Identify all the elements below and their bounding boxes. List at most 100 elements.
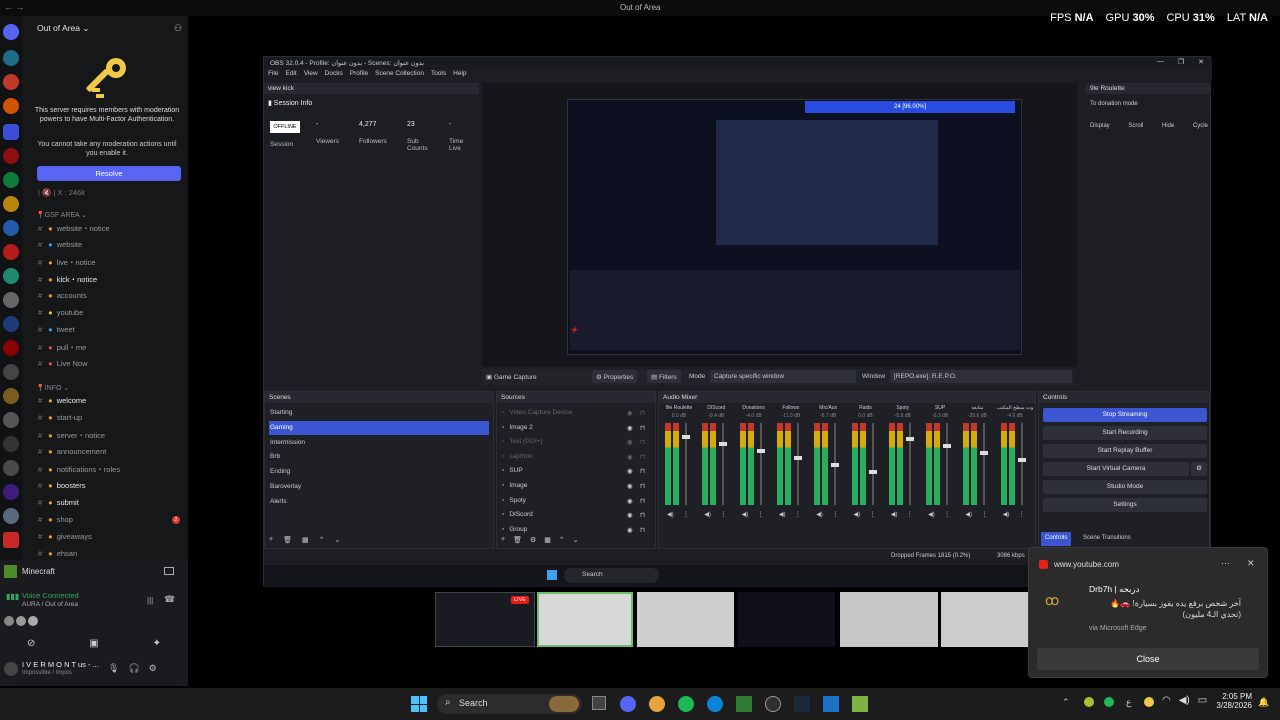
clock[interactable]: 2:05 PM 3/28/2026 — [1212, 692, 1252, 710]
mode-select[interactable]: Capture specific window — [710, 370, 856, 383]
channel-item[interactable]: # ● announcement — [38, 447, 106, 461]
tray-icon[interactable] — [1084, 697, 1094, 707]
server-icon[interactable] — [3, 460, 19, 476]
scene-item[interactable]: Baroverlay — [269, 480, 489, 494]
menu-tools[interactable]: Tools — [431, 70, 446, 81]
channel-item[interactable]: # ● kick・notice — [38, 274, 97, 288]
settings-button[interactable]: Settings — [1043, 498, 1207, 512]
scene-item[interactable]: Starting — [269, 406, 489, 420]
scene-filter-icon[interactable]: ▦ — [302, 536, 309, 544]
menu-view[interactable]: View — [304, 70, 318, 81]
speaker-icon[interactable]: ◀) — [965, 511, 972, 518]
volume-icon[interactable]: ◀) — [1179, 695, 1190, 706]
language-indicator[interactable]: ع — [1126, 697, 1131, 708]
more-icon[interactable]: ⋮ — [758, 511, 764, 518]
fader-handle[interactable] — [831, 463, 840, 467]
fader-handle[interactable] — [980, 451, 989, 455]
volume-fader[interactable] — [759, 423, 762, 505]
server-icon[interactable] — [3, 98, 19, 114]
volume-fader[interactable] — [796, 423, 799, 505]
fader-handle[interactable] — [1017, 458, 1026, 462]
add-scene-icon[interactable]: + — [269, 536, 273, 544]
disconnect-icon[interactable]: ☎ — [164, 594, 175, 605]
scene-item[interactable]: Gaming — [269, 420, 489, 435]
lock-icon[interactable]: ⊓ — [640, 526, 645, 534]
toast-close-button[interactable]: Close — [1037, 648, 1259, 670]
thumbnail-channel[interactable] — [941, 592, 1031, 647]
fader-handle[interactable] — [943, 444, 952, 448]
menu-file[interactable]: File — [268, 70, 278, 81]
start-recording-button[interactable]: Start Recording — [1043, 426, 1207, 440]
roulette-scroll-button[interactable]: Scroll — [1128, 123, 1143, 129]
menu-scene-collection[interactable]: Scene Collection — [375, 70, 424, 81]
filters-button[interactable]: ▤ Filters — [647, 370, 681, 383]
server-icon[interactable] — [3, 412, 19, 428]
menu-help[interactable]: Help — [453, 70, 466, 81]
roulette-cycle-button[interactable]: Cycle — [1193, 123, 1208, 129]
menu-docks[interactable]: Docks — [325, 70, 343, 81]
resolve-button[interactable]: Resolve — [37, 166, 181, 181]
more-icon[interactable]: ⋮ — [795, 511, 801, 518]
channel-item[interactable]: # ● live・notice — [38, 257, 95, 271]
move-up-icon[interactable]: ⌃ — [559, 536, 565, 544]
volume-fader[interactable] — [946, 423, 949, 505]
thumbnail-channel[interactable] — [738, 592, 835, 647]
discord-icon[interactable] — [620, 696, 636, 712]
channel-item[interactable]: # ● youtube — [38, 308, 83, 322]
speaker-icon[interactable]: ◀) — [891, 511, 898, 518]
server-icon[interactable] — [3, 50, 19, 66]
volume-fader[interactable] — [983, 423, 986, 505]
chevron-up-icon[interactable]: ⌃ — [1062, 697, 1070, 708]
channel-item[interactable]: # ● pull・me — [38, 342, 86, 356]
speaker-icon[interactable]: ◀) — [779, 511, 786, 518]
add-member-icon[interactable]: ⚇ — [174, 23, 182, 34]
lock-icon[interactable]: ⊓ — [640, 482, 645, 490]
server-icon[interactable] — [3, 316, 19, 332]
channel-item[interactable]: # ● Live Now — [38, 359, 88, 373]
visibility-icon[interactable]: ◉ — [627, 526, 633, 534]
activities-icon[interactable]: ✦ — [153, 638, 161, 649]
folder-icon[interactable] — [3, 124, 19, 140]
more-icon[interactable]: ⋮ — [907, 511, 913, 518]
studio-mode-button[interactable]: Studio Mode — [1043, 480, 1207, 494]
scene-item[interactable]: Alerts — [269, 495, 489, 509]
speaker-icon[interactable]: ◀) — [704, 511, 711, 518]
server-icon[interactable] — [3, 388, 19, 404]
source-item[interactable]: ▫ Spoty ◉ ⊓ — [501, 494, 651, 508]
source-item[interactable]: ▫ Image 2 ◉ ⊓ — [501, 421, 651, 435]
source-filter-icon[interactable]: ▦ — [544, 536, 551, 544]
category-gsf-area[interactable]: 📍GSF AREA ⌄ — [36, 211, 87, 219]
visibility-icon[interactable]: ◉ — [627, 482, 633, 490]
stop-streaming-button[interactable]: Stop Streaming — [1043, 408, 1207, 422]
app-icon[interactable] — [852, 696, 868, 712]
server-icon[interactable] — [3, 148, 19, 164]
tab-scene-transitions[interactable]: Scene Transitions — [1079, 532, 1135, 546]
channel-item[interactable]: # ● notifications・roles — [38, 464, 120, 478]
headphones-icon[interactable]: 🎧 — [128, 663, 139, 674]
add-source-icon[interactable]: + — [501, 536, 505, 544]
preview-area[interactable]: 24 [96.00%] ✦ — [482, 83, 1077, 367]
noise-icon[interactable]: ||| — [147, 596, 153, 605]
source-item[interactable]: ▫ sapthon ◉ ⊓ — [501, 450, 651, 464]
speaker-icon[interactable]: ◀) — [667, 511, 674, 518]
home-icon[interactable] — [3, 24, 19, 40]
lock-icon[interactable]: ⊓ — [640, 467, 645, 475]
lock-icon[interactable]: ⊓ — [640, 424, 645, 432]
lock-icon[interactable]: ⊓ — [640, 409, 645, 417]
tray-icon[interactable] — [1104, 697, 1114, 707]
roulette-hide-button[interactable]: Hide — [1162, 123, 1174, 129]
donation-mode-button[interactable]: To donation mode — [1090, 101, 1138, 107]
voice-connected[interactable]: Voice Connected — [22, 591, 79, 600]
volume-fader[interactable] — [1020, 423, 1023, 505]
source-item[interactable]: ▫ Video Capture Device ◉ ⊓ — [501, 406, 651, 420]
channel-item[interactable]: # ● website — [38, 240, 82, 254]
channel-item[interactable]: # ● website・notice — [38, 223, 110, 237]
thumbnail-channel[interactable] — [840, 592, 938, 647]
fader-handle[interactable] — [868, 470, 877, 474]
visibility-icon[interactable]: ◉ — [627, 438, 633, 446]
tray-icon[interactable] — [1144, 697, 1154, 707]
menu-profile[interactable]: Profile — [350, 70, 368, 81]
task-view-icon[interactable] — [592, 696, 606, 710]
lock-icon[interactable]: ⊓ — [640, 497, 645, 505]
channel-item[interactable]: # ● start-up — [38, 413, 82, 427]
